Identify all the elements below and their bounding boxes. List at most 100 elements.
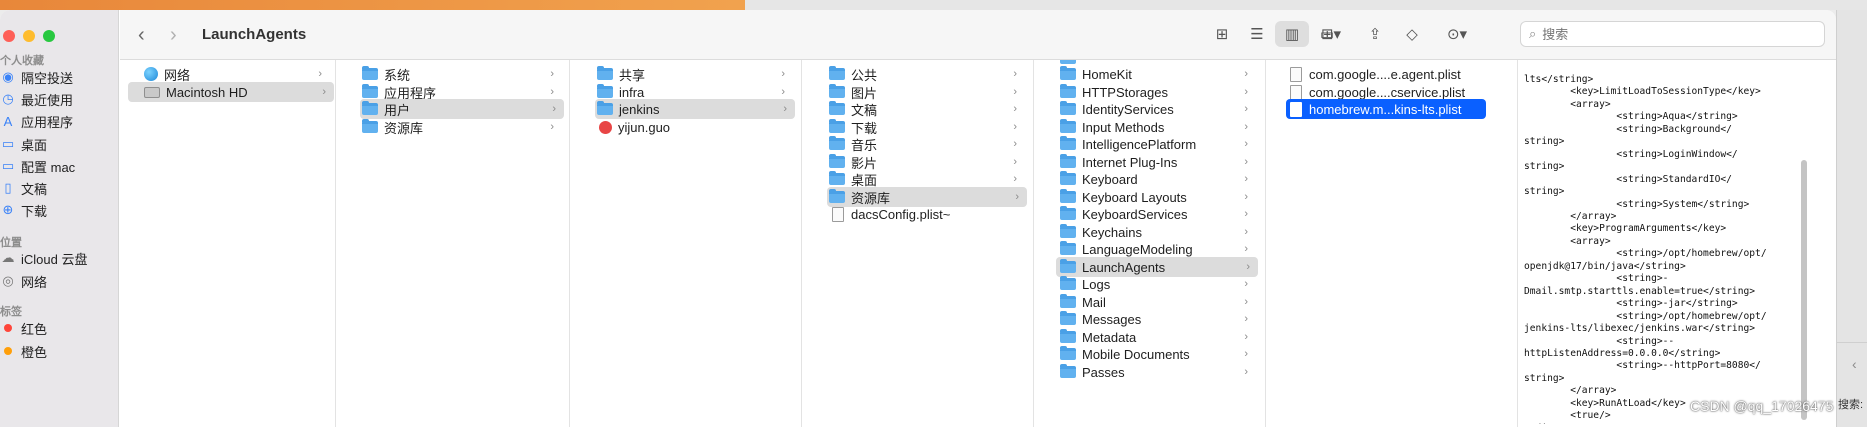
sidebar-item-network[interactable]: ◎ 网络 bbox=[0, 269, 119, 293]
chevron-right-icon: › bbox=[1013, 138, 1017, 150]
folder-icon bbox=[362, 119, 378, 133]
sidebar-item-icloud[interactable]: ☁ iCloud 云盘 bbox=[0, 246, 119, 270]
preview-line: <string>/opt/homebrew/opt/ bbox=[1524, 310, 1767, 322]
list-item-keyboardservices[interactable]: KeyboardServices › bbox=[1060, 204, 1256, 224]
sidebar-item-documents[interactable]: ▯ 文稿 bbox=[0, 176, 119, 200]
sidebar-item-desktop[interactable]: ▭ 桌面 bbox=[0, 132, 119, 156]
folder-icon bbox=[597, 66, 613, 80]
file-icon bbox=[1290, 66, 1302, 82]
back-button[interactable]: ‹ bbox=[138, 24, 145, 47]
list-item-identityservices[interactable]: IdentityServices › bbox=[1060, 99, 1256, 119]
list-item-dacsconfig[interactable]: dacsConfig.plist~ bbox=[832, 204, 1028, 224]
browser-column-1: 网络 › Macintosh HD › bbox=[120, 60, 336, 427]
list-item-languagemodeling[interactable]: LanguageModeling › bbox=[1060, 239, 1256, 259]
document-icon: ▯ bbox=[4, 180, 12, 195]
chevron-right-icon: › bbox=[1244, 121, 1248, 133]
chevron-right-icon: › bbox=[1244, 103, 1248, 115]
chevron-right-icon: › bbox=[1244, 243, 1248, 255]
folder-icon: ▭ bbox=[1, 158, 15, 173]
list-item-messages[interactable]: Messages › bbox=[1060, 309, 1256, 329]
preview-line: <string>/opt/homebrew/opt/ bbox=[1524, 248, 1767, 260]
forward-button[interactable]: › bbox=[170, 24, 177, 47]
orange-tag-icon bbox=[4, 347, 12, 355]
list-item-intelligenceplatform[interactable]: IntelligencePlatform › bbox=[1060, 134, 1256, 154]
preview-pane: lts</string> <key>LimitLoadToSessionType… bbox=[1518, 60, 1836, 427]
preview-line: openjdk@17/bin/java</string> bbox=[1524, 260, 1686, 272]
chevron-right-icon: › bbox=[550, 68, 554, 80]
ellipsis-circle-icon: ⊙▾ bbox=[1446, 26, 1468, 43]
search-input[interactable] bbox=[1542, 26, 1793, 42]
list-item-google-agent-plist[interactable]: com.google....e.agent.plist bbox=[1288, 64, 1486, 84]
chevron-right-icon: › bbox=[318, 68, 322, 80]
sidebar-item-recents[interactable]: ◷ 最近使用 bbox=[0, 87, 119, 111]
icon-view-button[interactable]: ⊞ bbox=[1205, 21, 1239, 47]
red-tag-icon bbox=[4, 324, 12, 332]
list-item-keyboard[interactable]: Keyboard › bbox=[1060, 169, 1256, 189]
list-item-library[interactable]: 资源库 › bbox=[362, 117, 562, 137]
group-grid-icon: ⊞▾ bbox=[1320, 26, 1342, 43]
folder-icon bbox=[1060, 329, 1076, 343]
list-item-mobile-documents[interactable]: Mobile Documents › bbox=[1060, 344, 1256, 364]
list-item-yijun-guo[interactable]: yijun.guo bbox=[599, 117, 795, 137]
list-item-network[interactable]: 网络 › bbox=[130, 64, 330, 84]
preview-line: <array> bbox=[1524, 98, 1611, 110]
browser-column-3: 共享 › infra › jenkins › yijun.guo bbox=[570, 60, 802, 427]
preview-line: jenkins-lts/libexec/jenkins.war</string> bbox=[1524, 323, 1756, 335]
list-icon: ☰ bbox=[1250, 26, 1264, 43]
folder-icon bbox=[1060, 311, 1076, 325]
browser-column-2: 系统 › 应用程序 › 用户 › 资源库 › bbox=[336, 60, 570, 427]
sidebar-tag-red[interactable]: 红色 bbox=[0, 316, 119, 340]
list-item-system[interactable]: 系统 › bbox=[362, 64, 562, 84]
chevron-right-icon: › bbox=[550, 86, 554, 98]
folder-icon bbox=[829, 136, 845, 150]
share-button[interactable]: ⇪ bbox=[1363, 24, 1387, 44]
preview-line: </array> bbox=[1524, 385, 1617, 397]
list-item-logs[interactable]: Logs › bbox=[1060, 274, 1256, 294]
preview-line: <string>Aqua</string> bbox=[1524, 111, 1738, 123]
list-item-homekit[interactable]: HomeKit › bbox=[1060, 64, 1256, 84]
list-item-shared[interactable]: 共享 › bbox=[597, 64, 793, 84]
list-item-macintosh-hd[interactable]: Macintosh HD › bbox=[128, 82, 334, 102]
preview-line: <array> bbox=[1524, 235, 1611, 247]
folder-icon bbox=[1060, 101, 1076, 115]
network-globe-icon bbox=[144, 67, 158, 81]
search-field[interactable]: ⌕ bbox=[1520, 21, 1825, 47]
chevron-right-icon: › bbox=[1244, 296, 1248, 308]
list-item-desktop[interactable]: 桌面 › bbox=[829, 169, 1025, 189]
chevron-right-icon: › bbox=[781, 86, 785, 98]
list-item-passes[interactable]: Passes › bbox=[1060, 362, 1256, 382]
sidebar-item-config-mac[interactable]: ▭ 配置 mac bbox=[0, 154, 119, 178]
list-item-users[interactable]: 用户 › bbox=[360, 99, 564, 119]
close-window-button[interactable] bbox=[3, 30, 15, 42]
chevron-right-icon: › bbox=[1244, 313, 1248, 325]
sidebar-item-downloads[interactable]: ⊕ 下载 bbox=[0, 198, 119, 222]
sidebar-item-airdrop[interactable]: ◉ 隔空投送 bbox=[0, 65, 119, 89]
columns-icon: ▥ bbox=[1284, 26, 1300, 43]
folder-icon bbox=[829, 101, 845, 115]
list-item-jenkins[interactable]: jenkins › bbox=[595, 99, 795, 119]
grid-icon: ⊞ bbox=[1215, 26, 1229, 43]
more-actions-button[interactable]: ⊙▾ bbox=[1438, 24, 1476, 44]
chevron-left-icon[interactable]: ‹ bbox=[1852, 356, 1857, 372]
download-icon: ⊕ bbox=[2, 202, 14, 217]
sidebar-tag-orange[interactable]: 橙色 bbox=[0, 339, 119, 363]
folder-icon bbox=[1060, 189, 1076, 203]
column-view-button[interactable]: ▥ bbox=[1275, 21, 1309, 47]
folder-icon bbox=[829, 119, 845, 133]
list-view-button[interactable]: ☰ bbox=[1240, 21, 1274, 47]
preview-line: <string>- bbox=[1524, 273, 1669, 285]
tag-button[interactable]: ◇ bbox=[1400, 24, 1424, 44]
list-item-music[interactable]: 音乐 › bbox=[829, 134, 1025, 154]
list-item-public[interactable]: 公共 › bbox=[829, 64, 1025, 84]
zoom-window-button[interactable] bbox=[43, 30, 55, 42]
list-item-documents[interactable]: 文稿 › bbox=[829, 99, 1025, 119]
minimize-window-button[interactable] bbox=[23, 30, 35, 42]
sidebar-item-applications[interactable]: A 应用程序 bbox=[0, 109, 119, 133]
group-button[interactable]: ⊞▾ bbox=[1312, 24, 1350, 44]
folder-icon bbox=[1060, 259, 1076, 273]
chevron-right-icon: › bbox=[550, 121, 554, 133]
folder-icon bbox=[1060, 294, 1076, 308]
background-search-caption: 搜索: bbox=[1838, 399, 1864, 411]
list-item-homebrew-jenkins-plist[interactable]: homebrew.m...kins-lts.plist bbox=[1286, 99, 1486, 119]
preview-scrollbar[interactable] bbox=[1801, 160, 1807, 420]
